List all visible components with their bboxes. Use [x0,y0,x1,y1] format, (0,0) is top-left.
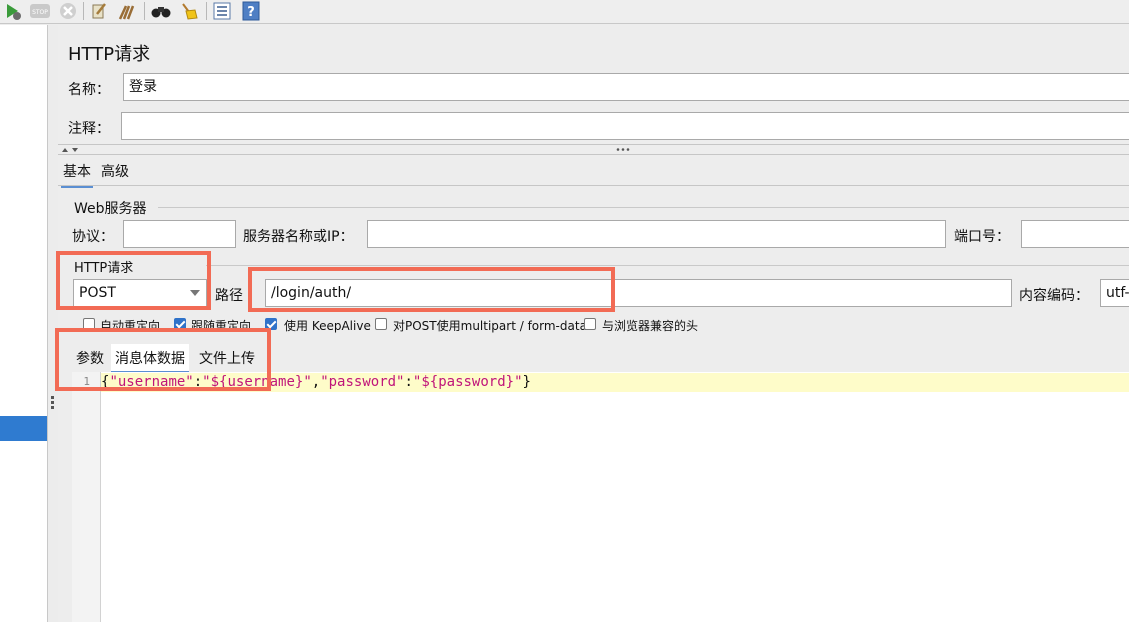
test-plan-tree[interactable] [0,25,48,622]
collapse-bar[interactable] [58,144,1129,155]
encoding-label: 内容编码： [1019,288,1089,304]
main-toolbar: STOP ? [0,0,1129,24]
search-binoculars-icon[interactable] [151,1,171,21]
port-label: 端口号： [954,229,1010,245]
splitter-grip-icon [51,396,54,399]
keepalive-label: 使用 KeepAlive [284,319,371,333]
clear-all-icon[interactable] [117,1,137,21]
body-data-editor[interactable] [72,372,1129,622]
port-field[interactable] [1021,220,1129,248]
line-number-gutter: 1 [72,372,101,622]
multipart-label: 对POST使用multipart / form-data [393,319,587,333]
help-icon[interactable]: ? [241,1,261,21]
encoding-field[interactable]: utf- [1100,279,1129,307]
name-label: 名称： [68,82,110,98]
path-highlight-box [248,267,615,312]
collapse-arrows-icon[interactable] [61,146,81,154]
protocol-label: 协议： [72,229,114,245]
reset-search-broom-icon[interactable] [179,1,199,21]
browser-compatible-headers-checkbox[interactable] [584,318,596,330]
path-label: 路径 [215,288,243,304]
comment-field[interactable] [121,112,1129,140]
divider-grip-icon [616,148,630,151]
run-no-pause-icon[interactable] [3,1,23,21]
name-field[interactable]: 登录 [123,73,1129,101]
pane-splitter[interactable] [48,25,58,622]
server-field[interactable] [367,220,946,248]
tab-advanced[interactable]: 高级 [101,161,129,181]
svg-text:?: ? [247,5,255,20]
body-tabs-highlight-box [55,328,271,391]
method-highlight-box [56,251,211,310]
comment-label: 注释： [68,121,110,137]
svg-text:STOP: STOP [32,9,48,16]
clear-icon[interactable] [89,1,109,21]
multipart-checkbox[interactable] [375,318,387,330]
shutdown-icon[interactable] [58,1,78,21]
browser-compatible-headers-label: 与浏览器兼容的头 [602,319,699,333]
function-helper-list-icon[interactable] [212,1,232,21]
panel-title: HTTP请求 [68,44,151,65]
server-label: 服务器名称或IP： [243,229,354,245]
protocol-field[interactable] [123,220,236,248]
tree-selected-node[interactable] [0,416,47,441]
web-server-group-title: Web服务器 [74,201,147,217]
tab-basic[interactable]: 基本 [61,161,93,188]
stop-icon[interactable]: STOP [29,1,51,21]
